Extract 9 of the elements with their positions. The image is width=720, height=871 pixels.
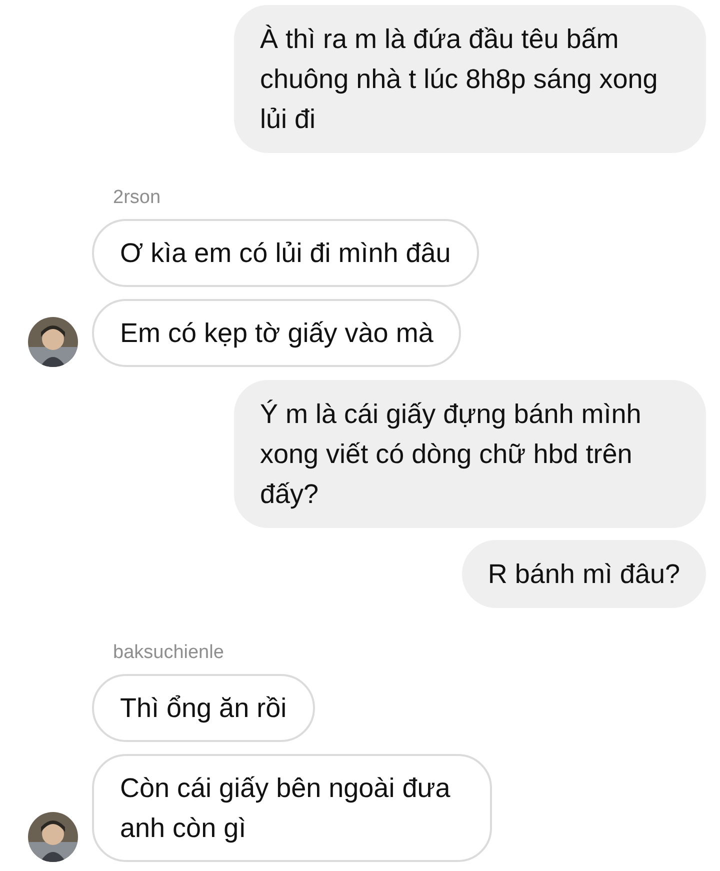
message-bubble: Thì ổng ăn rồi <box>92 674 315 742</box>
message-bubble: À thì ra m là đứa đầu têu bấm chuông nhà t lúc 8h8p sáng xong lủi đi <box>234 5 706 153</box>
message-bubble: Ơ kìa em có lủi đi mình đâu <box>92 219 479 287</box>
message-bubble: R bánh mì đâu? <box>462 540 706 608</box>
sender-name: baksuchienle <box>113 642 224 664</box>
message-bubble: Em có kẹp tờ giấy vào mà <box>92 299 462 367</box>
sender-name: 2rson <box>113 187 161 209</box>
message-bubble: Ý m là cái giấy đựng bánh mình xong viết có dòng chữ hbd trên đấy? <box>234 380 706 528</box>
message-bubble: Còn cái giấy bên ngoài đưa anh còn gì <box>92 754 492 862</box>
